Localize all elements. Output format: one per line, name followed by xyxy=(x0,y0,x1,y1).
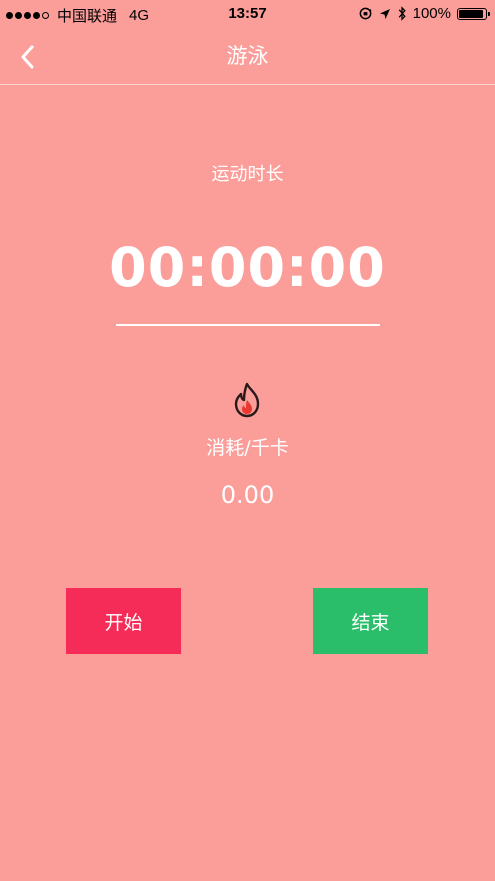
flame-icon xyxy=(234,382,260,418)
end-button[interactable]: 结束 xyxy=(313,588,428,654)
timer-divider xyxy=(116,324,380,326)
battery-fill xyxy=(459,9,483,18)
start-button[interactable]: 开始 xyxy=(66,588,181,654)
orientation-lock-icon xyxy=(359,7,372,20)
duration-timer: 00:00:00 xyxy=(109,236,386,299)
location-arrow-icon xyxy=(379,8,390,19)
calories-label: 消耗/千卡 xyxy=(206,437,289,459)
status-right: 100% xyxy=(358,5,490,22)
status-bar: 中国联通 4G 13:57 100% xyxy=(0,0,495,30)
page-title: 游泳 xyxy=(226,44,269,68)
battery-percent: 100% xyxy=(412,5,451,22)
bluetooth-icon xyxy=(398,6,406,21)
duration-label: 运动时长 xyxy=(211,164,284,185)
nav-bar: 游泳 xyxy=(0,30,495,85)
calories-value: 0.00 xyxy=(220,481,275,509)
battery-icon xyxy=(457,7,490,20)
